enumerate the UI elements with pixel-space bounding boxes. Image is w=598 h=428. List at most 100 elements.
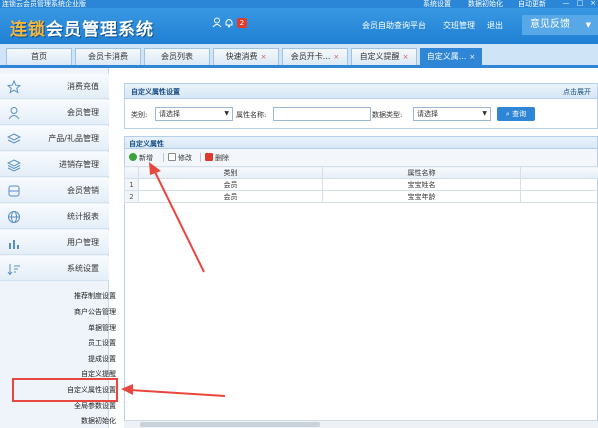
sidebar-item-label: 进销存管理 [59,160,99,169]
filter-bar: 类别: 请选择 ▼ 属性名称: 数据类型: 请选择 ▼ ⌕ 查询 [124,99,598,129]
close-icon[interactable]: × [333,53,339,61]
attribute-name-input[interactable] [273,107,371,121]
annotation-highlight-box [12,378,118,402]
maximize-button[interactable]: □ [576,0,584,7]
tab-member-list[interactable]: 会员列表 [144,48,210,65]
delete-label: 删除 [215,154,229,162]
search-icon: ⌕ [505,110,510,118]
sidebar-sub-documents[interactable]: 单据管理 [88,324,116,333]
auto-update-link[interactable]: 自动更新 [518,0,546,8]
close-button[interactable]: × [589,0,597,7]
sidebar-item-member-manage[interactable]: 会员管理 [0,100,109,125]
scrollbar-thumb[interactable] [140,422,320,427]
edit-button[interactable]: 修改 [168,153,192,163]
tab-custom-reminder[interactable]: 自定义提醒 × [351,48,417,65]
sidebar-sub-staff[interactable]: 员工设置 [88,339,116,348]
cell-empty [520,190,598,203]
sidebar-item-product-gift[interactable]: 产品/礼品管理 [0,126,109,151]
sidebar-item-reports[interactable]: 统计报表 [0,204,109,229]
sidebar-item-label: 统计报表 [67,212,99,221]
data-type-select[interactable]: 请选择 ▼ [413,107,491,121]
sidebar-sub-global-params[interactable]: 全局参数设置 [74,402,116,411]
delete-button[interactable]: 删除 [205,153,229,163]
caret-down-icon: ▼ [224,110,229,117]
feedback-button[interactable]: 意见反馈 ▼ [522,15,598,35]
sidebar-item-marketing[interactable]: 会员营销 [0,178,109,203]
sidebar-item-label: 会员管理 [67,108,99,117]
sidebar-item-label: 会员营销 [67,186,99,195]
edit-label: 修改 [178,154,192,162]
table-header-row: 类别 属性名称 [124,166,598,179]
tab-label: 快速消费 [225,52,258,61]
logout-link[interactable]: 退出 [487,21,503,31]
delete-icon [205,153,213,161]
sidebar-sub-recommend[interactable]: 推荐制度设置 [74,292,116,301]
sidebar-item-system-settings[interactable]: 系统设置 [0,256,109,281]
sidebar-item-label: 产品/礼品管理 [48,134,99,143]
cell-empty [520,178,598,191]
minimize-button[interactable]: — [562,0,570,7]
add-button[interactable]: 新增 [129,153,153,163]
sidebar-item-inventory[interactable]: 进销存管理 [0,152,109,177]
sidebar-sub-notice[interactable]: 商户公告管理 [74,308,116,317]
expand-link[interactable]: 点击展开 [563,87,591,97]
toolbar-divider [200,153,201,162]
cell-attribute-name: 宝宝年龄 [322,190,521,203]
tab-label: 会员列表 [161,52,193,61]
close-icon[interactable]: × [403,53,409,61]
sidebar-item-consume-recharge[interactable]: 消费充值 [0,74,109,99]
category-select[interactable]: 请选择 ▼ [155,107,233,121]
main-content: 自定义属性设置 点击展开 类别: 请选择 ▼ 属性名称: 数据类型: 请选择 ▼… [118,72,598,428]
sidebar-sub-commission[interactable]: 提成设置 [88,355,116,364]
column-header[interactable]: 类别 [138,166,323,179]
cell-category: 会员 [138,178,323,191]
globe-icon [8,211,20,223]
data-type-label: 数据类型: [372,111,403,119]
star-icon [7,80,21,94]
column-header [520,166,598,179]
column-header [124,166,139,179]
system-settings-link[interactable]: 系统设置 [423,0,451,8]
chevron-down-icon: ▼ [585,21,591,29]
data-type-select-value: 请选择 [417,110,438,118]
self-query-link[interactable]: 会员自助查询平台 [362,21,426,31]
horizontal-scrollbar[interactable] [124,420,598,428]
add-icon [129,153,137,161]
notification-badge[interactable]: 2 [237,18,247,28]
table-row[interactable]: 2 会员 宝宝年龄 [124,190,598,203]
row-number: 2 [124,190,139,203]
sidebar-item-label: 系统设置 [67,264,99,273]
close-icon[interactable]: × [469,53,475,61]
tab-label: 会员卡消费 [88,52,128,61]
shift-handover-link[interactable]: 交班管理 [443,21,475,31]
tab-custom-attributes[interactable]: 自定义属... × [420,48,482,65]
tab-quick-consume[interactable]: 快速消费 × [213,48,279,65]
row-number: 1 [124,178,139,191]
window-title: 连锁云会员管理系统企业版 [2,0,86,8]
data-init-link[interactable]: 数据初始化 [468,0,503,8]
table-row[interactable]: 1 会员 宝宝姓名 [124,178,598,191]
panel-title: 自定义属性设置 [131,88,180,96]
close-icon[interactable]: × [261,53,267,61]
grid-header: 自定义属性 [124,136,598,149]
category-select-value: 请选择 [159,110,180,118]
sort-icon [7,264,20,276]
sidebar-item-user-manage[interactable]: 用户管理 [0,230,109,255]
tab-open-card[interactable]: 会员开卡... × [282,48,348,65]
tab-label: 首页 [31,52,47,61]
query-button[interactable]: ⌕ 查询 [497,107,535,121]
attribute-name-label: 属性名称: [236,111,267,119]
sidebar-item-label: 消费充值 [67,82,99,91]
user-icon [8,107,20,120]
app-logo: 连锁会员管理系统 [10,15,154,40]
tab-card-consume[interactable]: 会员卡消费 [75,48,141,65]
tab-home[interactable]: 首页 [6,48,72,65]
bell-icon[interactable] [224,17,234,28]
column-header[interactable]: 属性名称 [322,166,521,179]
toolbar-divider [163,153,164,162]
user-icon[interactable] [212,17,222,28]
sidebar-sub-data-init[interactable]: 数据初始化 [81,417,116,426]
top-bar: 连锁云会员管理系统企业版 系统设置 数据初始化 自动更新 — □ × 连锁会员管… [0,0,598,44]
add-label: 新增 [139,154,153,162]
bar-chart-icon [9,240,19,249]
